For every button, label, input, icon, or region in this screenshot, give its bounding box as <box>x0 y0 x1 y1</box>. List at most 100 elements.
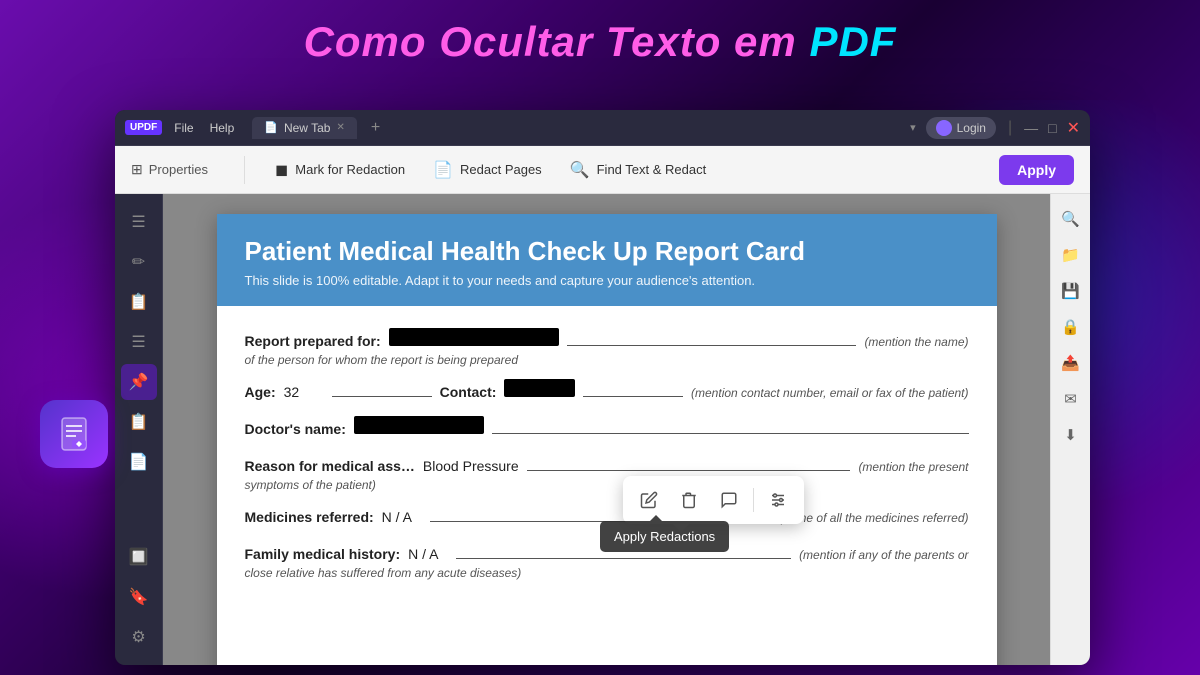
find-text-redact-button[interactable]: 🔍 Find Text & Redact <box>556 154 721 186</box>
right-icon-search[interactable]: 🔍 <box>1056 204 1086 234</box>
pdf-header: Patient Medical Health Check Up Report C… <box>217 214 997 306</box>
login-label: Login <box>957 121 986 135</box>
field-label-doctor: Doctor's name: <box>245 421 346 437</box>
left-sidebar: ☰ ✏ 📋 ☰ 📌 📋 📄 🔲 🔖 ⚙ <box>115 194 163 665</box>
sidebar-icon-pages[interactable]: 📋 <box>121 284 157 320</box>
field-label-age: Age: <box>245 384 276 400</box>
redact-pages-button[interactable]: 📄 Redact Pages <box>419 154 556 186</box>
tab-add-btn[interactable]: + <box>371 119 380 137</box>
titlebar-menu: File Help <box>174 121 234 135</box>
menu-file[interactable]: File <box>174 121 193 135</box>
titlebar: UPDF File Help 📄 New Tab ✕ + ▾ Login | —… <box>115 110 1090 146</box>
field-row-report-for: Report prepared for: (mention the name) <box>245 326 969 349</box>
sidebar-icon-list[interactable]: ☰ <box>121 324 157 360</box>
field-subtext-family: close relative has suffered from any acu… <box>245 566 969 580</box>
pdf-page: Patient Medical Health Check Up Report C… <box>217 214 997 665</box>
redact-pages-label: Redact Pages <box>460 162 542 177</box>
field-subtext-report-for: of the person for whom the report is bei… <box>245 353 969 367</box>
ctx-settings-btn[interactable] <box>760 482 796 518</box>
properties-icon: ⊞ <box>131 161 143 178</box>
dropdown-arrow-icon[interactable]: ▾ <box>910 121 916 134</box>
properties-label: Properties <box>149 162 208 177</box>
field-value-reason: Blood Pressure <box>423 458 519 474</box>
field-hint-contact: (mention contact number, email or fax of… <box>691 386 968 400</box>
redact-pages-icon: 📄 <box>433 160 453 180</box>
mark-redaction-label: Mark for Redaction <box>295 162 405 177</box>
ctx-edit-btn[interactable] <box>631 482 667 518</box>
field-line-doctor <box>492 414 969 434</box>
field-line-contact <box>583 377 683 397</box>
login-button[interactable]: Login <box>926 117 996 139</box>
properties-section[interactable]: ⊞ Properties <box>131 161 208 178</box>
sidebar-icon-edit[interactable]: ✏ <box>121 244 157 280</box>
find-text-label: Find Text & Redact <box>597 162 707 177</box>
field-label-reason: Reason for medical ass… <box>245 458 415 474</box>
field-label-medicines: Medicines referred: <box>245 509 374 525</box>
field-subtext-reason: symptoms of the patient) <box>245 478 969 492</box>
apply-redactions-tooltip: Apply Redactions <box>600 521 729 552</box>
minimize-button[interactable]: — <box>1024 120 1038 136</box>
titlebar-right: ▾ Login | — □ ✕ <box>910 117 1080 139</box>
sidebar-icon-settings[interactable]: ⚙ <box>121 619 157 655</box>
floating-app-icon[interactable] <box>40 400 108 468</box>
field-value-medicines: N / A <box>382 509 422 525</box>
sidebar-icon-layers[interactable]: 🔲 <box>121 539 157 575</box>
sidebar-icon-bookmark[interactable]: 🔖 <box>121 579 157 615</box>
user-avatar <box>936 120 952 136</box>
page-title: Como Ocultar Texto em PDF <box>0 0 1200 80</box>
win-separator: | <box>1008 119 1012 137</box>
toolbar-divider-1 <box>244 156 245 184</box>
right-icon-folder[interactable]: 📁 <box>1056 240 1086 270</box>
field-label-contact: Contact: <box>440 384 497 400</box>
field-row-reason: Reason for medical ass… Blood Pressure (… <box>245 451 969 474</box>
mark-redaction-button[interactable]: ◼ Mark for Redaction <box>261 154 419 186</box>
field-hint-medicines: (name of all the medicines referred) <box>779 511 968 525</box>
ctx-delete-btn[interactable] <box>671 482 707 518</box>
find-text-icon: 🔍 <box>570 160 590 180</box>
field-line-report-for <box>567 326 857 346</box>
right-icon-email[interactable]: ✉ <box>1056 384 1086 414</box>
redacted-name <box>389 328 559 346</box>
redacted-doctor <box>354 416 484 434</box>
field-label-report-for: Report prepared for: <box>245 333 381 349</box>
main-content: Patient Medical Health Check Up Report C… <box>163 194 1050 665</box>
maximize-button[interactable]: □ <box>1048 120 1056 136</box>
field-label-family: Family medical history: <box>245 546 401 562</box>
pdf-doc-title: Patient Medical Health Check Up Report C… <box>245 236 969 267</box>
titlebar-tab[interactable]: 📄 New Tab ✕ <box>252 117 357 139</box>
toolbar: ⊞ Properties ◼ Mark for Redaction 📄 Reda… <box>115 146 1090 194</box>
apply-tooltip-label: Apply Redactions <box>614 529 715 544</box>
tab-close-btn[interactable]: ✕ <box>336 122 344 133</box>
sidebar-icon-file[interactable]: 📄 <box>121 444 157 480</box>
mark-redaction-icon: ◼ <box>275 160 288 180</box>
ctx-divider <box>753 488 754 512</box>
right-sidebar: 🔍 📁 💾 🔒 📤 ✉ ⬇ <box>1050 194 1090 665</box>
close-button[interactable]: ✕ <box>1067 118 1080 138</box>
field-line-age <box>332 377 432 397</box>
field-hint-family: (mention if any of the parents or <box>799 548 968 562</box>
field-hint-report-for: (mention the name) <box>864 335 968 349</box>
sidebar-icon-docs[interactable]: 📋 <box>121 404 157 440</box>
right-icon-share[interactable]: 📤 <box>1056 348 1086 378</box>
field-value-family: N / A <box>408 546 448 562</box>
title-pink: Como Ocultar Texto em <box>304 18 810 65</box>
sidebar-icon-redact[interactable]: 📌 <box>121 364 157 400</box>
pdf-doc-subtitle: This slide is 100% editable. Adapt it to… <box>245 273 969 288</box>
tab-icon: 📄 <box>264 121 278 134</box>
ctx-comment-btn[interactable] <box>711 482 747 518</box>
app-window: UPDF File Help 📄 New Tab ✕ + ▾ Login | —… <box>115 110 1090 665</box>
sidebar-icon-menu[interactable]: ☰ <box>121 204 157 240</box>
title-cyan: PDF <box>809 18 896 65</box>
field-value-age: 32 <box>284 384 324 400</box>
right-icon-lock[interactable]: 🔒 <box>1056 312 1086 342</box>
field-line-reason <box>527 451 851 471</box>
tab-label: New Tab <box>284 121 330 135</box>
apply-button[interactable]: Apply <box>999 155 1074 185</box>
right-icon-download[interactable]: ⬇ <box>1056 420 1086 450</box>
pdf-body: Report prepared for: (mention the name) … <box>217 306 997 610</box>
field-row-doctor: Doctor's name: <box>245 414 969 437</box>
field-hint-reason: (mention the present <box>858 460 968 474</box>
updf-logo: UPDF <box>125 120 162 135</box>
right-icon-save[interactable]: 💾 <box>1056 276 1086 306</box>
menu-help[interactable]: Help <box>210 121 235 135</box>
